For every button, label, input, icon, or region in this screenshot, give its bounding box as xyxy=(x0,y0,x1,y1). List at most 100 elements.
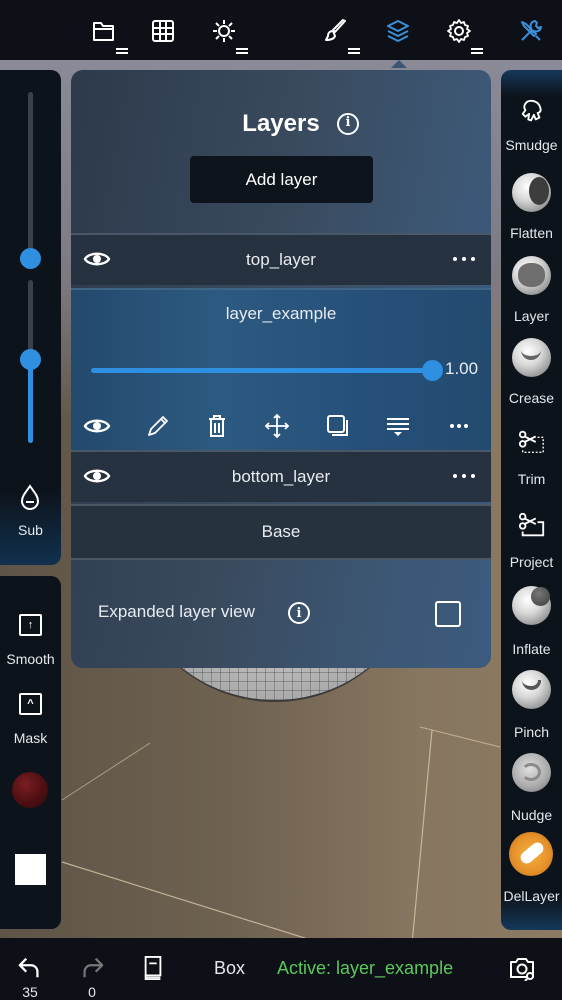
redo-icon xyxy=(83,957,104,978)
nudge-icon xyxy=(512,753,551,792)
scene-book-button[interactable] xyxy=(140,954,166,982)
layer-row-layer-example[interactable]: layer_example 1.00 xyxy=(71,288,491,450)
flatten-icon xyxy=(512,173,551,212)
tool-dellayer[interactable]: DelLayer xyxy=(501,832,562,912)
trim-icon xyxy=(512,424,551,460)
tool-inflate[interactable]: Inflate xyxy=(501,586,562,664)
tool-project[interactable]: Project xyxy=(501,505,562,583)
info-icon[interactable]: i xyxy=(288,602,310,624)
undo-count: 35 xyxy=(22,984,38,1000)
intensity-slider-fill xyxy=(28,359,33,443)
undo-button[interactable] xyxy=(16,954,44,982)
folder-button[interactable] xyxy=(86,14,128,54)
menu-indicator-icon xyxy=(236,48,248,54)
more-options-icon[interactable] xyxy=(453,466,475,486)
eye-icon[interactable] xyxy=(83,249,111,269)
tool-label: Layer xyxy=(513,308,550,324)
eye-icon[interactable] xyxy=(83,466,111,486)
grid-button[interactable] xyxy=(145,14,181,48)
droplet-minus-icon xyxy=(20,484,40,510)
tool-smudge[interactable]: Smudge xyxy=(501,92,562,170)
bottom-toolbar: 35 0 Box Active: layer_example xyxy=(0,938,562,1000)
caret-up-icon: ^ xyxy=(27,698,34,710)
primitive-button[interactable]: Box xyxy=(214,958,245,979)
pinch-icon xyxy=(512,670,551,709)
intensity-slider-knob[interactable] xyxy=(20,349,41,370)
pencil-icon xyxy=(148,416,168,436)
layer-row-bottom-layer[interactable]: bottom_layer xyxy=(71,450,491,502)
add-layer-button[interactable]: Add layer xyxy=(190,156,373,203)
layers-icon xyxy=(387,20,409,42)
tool-pinch[interactable]: Pinch xyxy=(501,670,562,748)
material-color-button[interactable] xyxy=(12,772,48,808)
paint-color-swatch[interactable] xyxy=(15,854,46,885)
tool-label: Flatten xyxy=(510,225,553,241)
intensity-slider[interactable] xyxy=(20,280,41,443)
tool-trim[interactable]: Trim xyxy=(501,422,562,500)
grid-icon xyxy=(152,20,174,42)
settings-button[interactable] xyxy=(441,14,483,54)
tool-label: DelLayer xyxy=(503,888,560,904)
layers-panel: Layers i Add layer top_layer layer_examp… xyxy=(71,70,491,668)
trash-icon xyxy=(209,415,225,437)
layer-row-top-layer[interactable]: top_layer xyxy=(71,233,491,285)
tools-button[interactable] xyxy=(513,14,549,48)
gear-icon xyxy=(447,19,471,43)
layer-brush-icon xyxy=(512,256,551,295)
top-toolbar xyxy=(0,0,562,60)
screenshot-button[interactable] xyxy=(508,955,536,981)
tool-flatten[interactable]: Flatten xyxy=(501,173,562,251)
radius-slider[interactable] xyxy=(20,92,41,269)
tool-crease[interactable]: Crease xyxy=(501,338,562,416)
sub-toggle-button[interactable] xyxy=(18,484,42,512)
active-tab-pointer xyxy=(391,60,407,68)
tool-label: Nudge xyxy=(510,807,553,823)
expanded-view-checkbox[interactable] xyxy=(435,601,461,627)
layers-button[interactable] xyxy=(380,14,416,48)
layer-name: layer_example xyxy=(225,304,337,323)
move-arrows-icon xyxy=(264,413,290,439)
arrow-up-icon: ↑ xyxy=(27,619,34,631)
tool-nudge[interactable]: Nudge xyxy=(501,753,562,831)
radius-slider-knob[interactable] xyxy=(20,248,41,269)
layer-more-button[interactable] xyxy=(444,412,474,440)
tool-layer[interactable]: Layer xyxy=(501,256,562,334)
brush-button[interactable] xyxy=(318,14,360,54)
smooth-button[interactable]: ↑ xyxy=(19,614,42,636)
tool-label: Inflate xyxy=(512,641,551,657)
move-layer-button[interactable] xyxy=(262,412,292,440)
merge-down-button[interactable] xyxy=(383,412,413,440)
layer-opacity-knob[interactable] xyxy=(422,360,443,381)
toggle-visibility-button[interactable] xyxy=(82,412,112,440)
tool-label: Trim xyxy=(517,471,546,487)
redo-button[interactable] xyxy=(78,954,106,982)
folder-icon xyxy=(93,22,114,41)
mask-button[interactable]: ^ xyxy=(19,693,42,715)
layer-opacity-value: 1.00 xyxy=(445,359,479,378)
more-options-icon[interactable] xyxy=(453,249,475,269)
tool-label: Crease xyxy=(508,390,555,406)
brush-icon xyxy=(325,19,346,41)
base-layer-row[interactable]: Base xyxy=(71,504,491,560)
duplicate-icon xyxy=(327,415,348,436)
duplicate-layer-button[interactable] xyxy=(323,412,353,440)
base-layer-label: Base xyxy=(261,522,301,541)
more-options-icon xyxy=(450,416,468,436)
dellayer-icon xyxy=(509,832,553,876)
tools-icon xyxy=(521,20,542,41)
rename-layer-button[interactable] xyxy=(143,412,173,440)
left-brush-panel: Sub xyxy=(0,70,61,565)
delete-layer-button[interactable] xyxy=(202,412,232,440)
sub-label: Sub xyxy=(18,522,43,538)
book-icon xyxy=(144,956,162,980)
tool-label: Smudge xyxy=(505,137,558,153)
menu-indicator-icon xyxy=(348,48,360,54)
info-icon[interactable]: i xyxy=(337,113,359,135)
camera-search-icon xyxy=(510,958,534,981)
sun-icon xyxy=(213,20,235,42)
layer-opacity-slider[interactable] xyxy=(91,360,443,381)
lighting-button[interactable] xyxy=(206,14,248,54)
right-tools-panel: Smudge Flatten Layer Crease Trim Project… xyxy=(501,70,562,930)
redo-count: 0 xyxy=(88,984,96,1000)
layers-title: Layers i xyxy=(71,110,491,138)
